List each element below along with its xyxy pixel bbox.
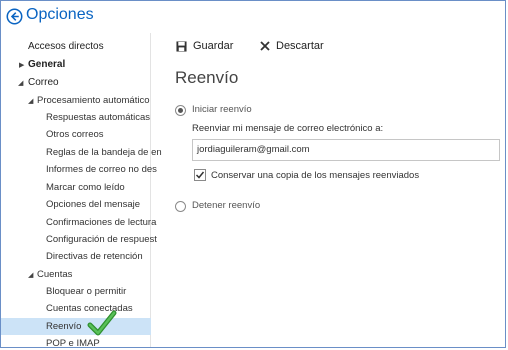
sidebar-item-correo[interactable]: Correo [28,77,59,88]
keep-copy-label: Conservar una copia de los mensajes reen… [211,170,420,181]
sidebar-item-accesos-directos[interactable]: Accesos directos [28,41,104,52]
options-window: Opciones Accesos directos ▶ General ◢ Co… [0,0,506,348]
sidebar-item-configuracion-respuesta[interactable]: Configuración de respuest [46,234,157,245]
sidebar-item-marcar-leido[interactable]: Marcar como leído [46,182,125,193]
back-arrow-icon[interactable] [6,8,23,25]
forward-email-input[interactable]: jordiaguileram@gmail.com [192,139,500,161]
start-forwarding-radio[interactable] [175,105,186,116]
sidebar-item-bloquear[interactable]: Bloquear o permitir [46,286,126,297]
main-panel: Guardar Descartar Reenvío Iniciar reenví… [152,33,505,347]
sidebar-item-otros-correos[interactable]: Otros correos [46,129,104,140]
expand-caret-icon[interactable]: ▶ [19,61,24,69]
sidebar-item-confirmaciones[interactable]: Confirmaciones de lectura [46,217,156,228]
radio-selected-dot [178,108,183,113]
sidebar-item-opciones-mensaje[interactable]: Opciones del mensaje [46,199,140,210]
forward-email-value: jordiaguileram@gmail.com [197,144,310,155]
stop-forwarding-label: Detener reenvío [192,200,261,211]
sidebar-item-informes[interactable]: Informes de correo no des [46,164,157,175]
sidebar-item-procesamiento[interactable]: Procesamiento automático [37,95,149,106]
save-button[interactable]: Guardar [176,40,233,52]
keep-copy-checkbox[interactable] [194,169,206,181]
discard-button[interactable]: Descartar [260,40,324,52]
sidebar-item-directivas[interactable]: Directivas de retención [46,251,143,262]
forward-to-label: Reenviar mi mensaje de correo electrónic… [192,123,384,134]
collapse-caret-icon[interactable]: ◢ [28,97,33,105]
sidebar: Accesos directos ▶ General ◢ Correo ◢ Pr… [1,33,162,347]
stop-forwarding-radio[interactable] [175,201,186,212]
top-bar: Opciones [1,1,505,33]
save-disk-icon [176,40,187,52]
sidebar-item-general[interactable]: General [28,59,65,70]
collapse-caret-icon[interactable]: ◢ [18,79,23,87]
save-label: Guardar [193,40,234,52]
sidebar-item-pop-imap[interactable]: POP e IMAP [46,338,100,347]
page-title: Reenvío [175,68,239,87]
sidebar-item-cuentas[interactable]: Cuentas [37,269,72,280]
sidebar-item-reenvio[interactable]: Reenvío [46,321,81,332]
discard-label: Descartar [276,40,324,52]
collapse-caret-icon[interactable]: ◢ [28,271,33,279]
app-title: Opciones [26,6,94,23]
sidebar-item-respuestas-automaticas[interactable]: Respuestas automáticas [46,112,150,123]
start-forwarding-label: Iniciar reenvío [192,104,252,115]
close-x-icon [260,41,270,51]
green-checkmark-icon [87,310,117,336]
sidebar-item-reglas[interactable]: Reglas de la bandeja de en [46,147,162,158]
checkbox-check-icon [195,171,205,179]
